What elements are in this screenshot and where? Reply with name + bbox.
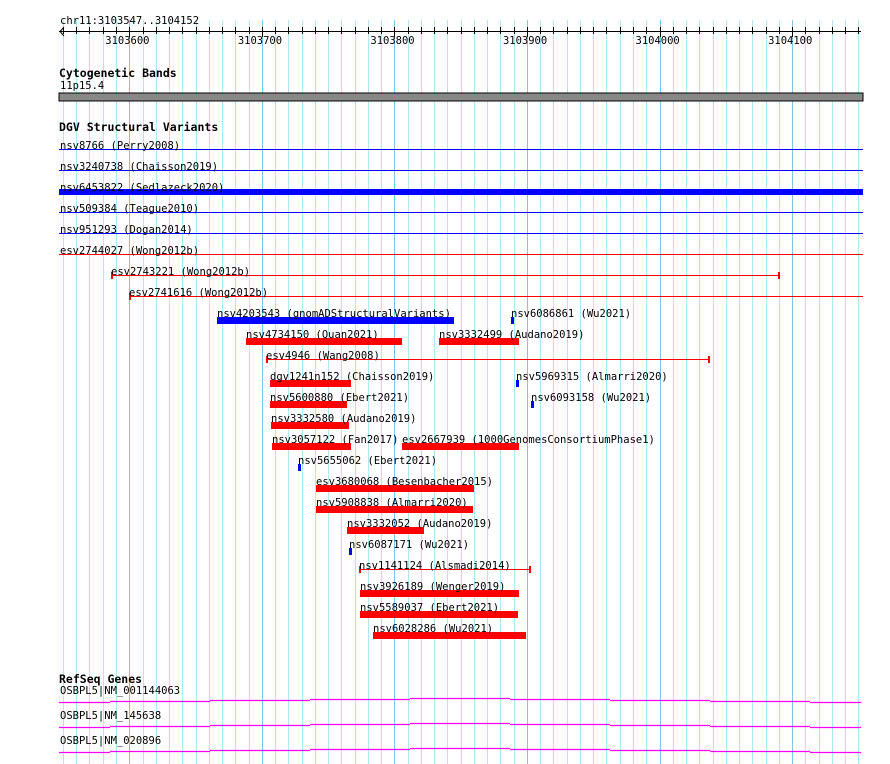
variant-label[interactable]: esv2741616 (Wong2012b) <box>129 287 268 299</box>
variant-label[interactable]: nsv6093158 (Wu2021) <box>531 392 651 404</box>
variant-label[interactable]: nsv5969315 (Almarri2020) <box>516 371 668 383</box>
location-label: chr11:3103547..3104152 <box>60 15 200 27</box>
variant-label[interactable]: nsv3332499 (Audano2019) <box>439 329 584 341</box>
cytoband-track-title: Cytogenetic Bands <box>59 66 177 80</box>
variant-label[interactable]: esv4946 (Wang2008) <box>266 350 380 362</box>
variant-label[interactable]: nsv5600880 (Ebert2021) <box>270 392 409 404</box>
variant-label[interactable]: nsv3057122 (Fan2017) <box>272 434 398 446</box>
variant-label[interactable]: nsv6453822 (Sedlazeck2020) <box>60 182 224 194</box>
cytoband-label: 11p15.4 <box>60 80 105 92</box>
variant-label[interactable]: nsv5908838 (Almarri2020) <box>316 497 468 509</box>
variant-label[interactable]: nsv951293 (Dogan2014) <box>60 224 193 236</box>
gene-label[interactable]: OSBPL5|NM_001144063 <box>60 685 180 697</box>
ruler-tick-label: 3103700 <box>237 35 283 47</box>
variant-label[interactable]: nsv3332052 (Audano2019) <box>347 518 492 530</box>
variant-label[interactable]: esv2744027 (Wong2012b) <box>60 245 199 257</box>
ruler-tick-label: 3103600 <box>105 35 150 47</box>
genome-browser: chr11:3103547..3104152 3103600 3103700 310… <box>0 0 890 764</box>
variant-label[interactable]: nsv5589037 (Ebert2021) <box>360 602 499 614</box>
gene-label[interactable]: OSBPL5|NM_020896 <box>60 735 161 747</box>
gene-label[interactable]: OSBPL5|NM_145638 <box>60 710 161 722</box>
variant-label[interactable]: nsv6086861 (Wu2021) <box>511 308 631 320</box>
variant-label[interactable]: esv2667939 (1000GenomesConsortiumPhase1) <box>402 434 655 446</box>
refseq-track-title: RefSeq Genes <box>59 672 143 686</box>
variant-end-tick <box>708 356 710 363</box>
variant-label[interactable]: nsv4734150 (Quan2021) <box>246 329 379 341</box>
variant-label[interactable]: nsv6028286 (Wu2021) <box>373 623 493 635</box>
ruler-tick-label: 3104000 <box>635 35 680 47</box>
variant-label[interactable]: dgv1241n152 (Chaisson2019) <box>270 371 434 383</box>
variant-end-tick <box>529 566 531 573</box>
variant-label[interactable]: nsv5655062 (Ebert2021) <box>298 455 437 467</box>
grid <box>58 20 864 764</box>
variant-label[interactable]: nsv6087171 (Wu2021) <box>349 539 469 551</box>
variant-label[interactable]: nsv3926189 (Wenger2019) <box>360 581 505 593</box>
ruler-tick-label: 3103800 <box>370 35 415 47</box>
variant-label[interactable]: esv2743221 (Wong2012b) <box>111 266 250 278</box>
ruler-tick-label: 3104100 <box>768 35 813 47</box>
variant-label[interactable]: nsv4203543 (gnomADStructuralVariants) <box>217 308 451 320</box>
ruler-tick-label: 3103900 <box>502 35 548 47</box>
cytoband-bar <box>58 92 864 102</box>
variant-label[interactable]: nsv3240738 (Chaisson2019) <box>60 161 218 173</box>
variant-end-tick <box>778 272 780 279</box>
variant-label[interactable]: nsv3332580 (Audano2019) <box>271 413 416 425</box>
variant-label[interactable]: esv3680068 (Besenbacher2015) <box>316 476 493 488</box>
dgv-track-title: DGV Structural Variants <box>59 120 219 134</box>
variant-label[interactable]: nsv509384 (Teague2010) <box>60 203 199 215</box>
variant-label[interactable]: nsv1141124 (Alsmadi2014) <box>359 560 511 572</box>
variant-label[interactable]: nsv8766 (Perry2008) <box>60 140 180 152</box>
